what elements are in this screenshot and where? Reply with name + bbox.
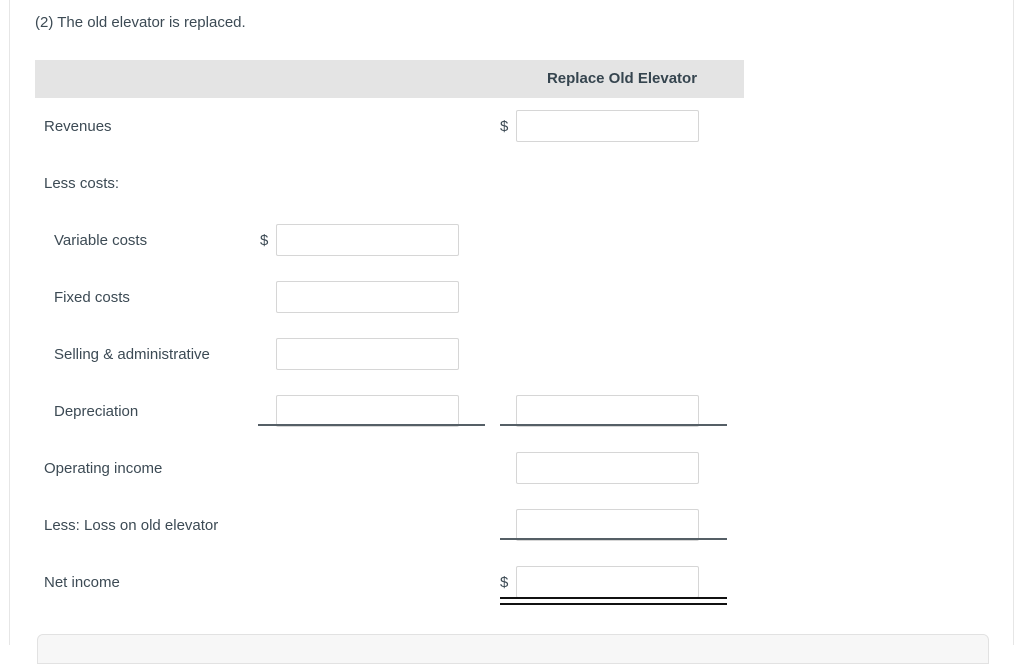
input-loss-on-old-elevator[interactable]: [516, 508, 699, 541]
cell-operating-income-right: [500, 451, 744, 486]
column-header-replace-old-elevator: Replace Old Elevator: [546, 70, 698, 87]
row-label-variable-costs: Variable costs: [54, 231, 148, 249]
row-label-fixed-costs: Fixed costs: [54, 288, 130, 306]
cell-revenues-right: $: [500, 109, 744, 144]
subtotal-rule-costs-mid: [258, 424, 485, 426]
subtotal-rule-costs-right: [500, 424, 727, 426]
input-revenues-replace[interactable]: [516, 109, 699, 142]
table-row: Selling & administrative: [35, 326, 744, 383]
table-row: Variable costs $: [35, 212, 744, 269]
subtotal-rule-operating-right: [500, 538, 727, 540]
total-rule-net-income: [500, 597, 727, 605]
row-label-operating-income: Operating income: [44, 459, 163, 477]
cell-net-income-right: $: [500, 565, 744, 600]
input-depreciation-mid[interactable]: [276, 394, 459, 427]
worksheet-content: (2) The old elevator is replaced. Replac…: [0, 0, 1024, 664]
cell-fixed-costs-mid: [260, 280, 500, 315]
table-row: Fixed costs: [35, 269, 744, 326]
row-label-selling-administrative: Selling & administrative: [54, 345, 210, 363]
input-net-income[interactable]: [516, 565, 699, 598]
cell-selling-administrative-mid: [260, 337, 500, 372]
table-row: Operating income: [35, 440, 744, 497]
question-prompt: (2) The old elevator is replaced.: [35, 14, 246, 31]
currency-symbol: $: [260, 231, 269, 249]
input-fixed-costs[interactable]: [276, 280, 459, 313]
bottom-panel: [37, 634, 989, 664]
table-row: Less costs:: [35, 155, 744, 212]
row-label-depreciation: Depreciation: [54, 402, 139, 420]
input-variable-costs[interactable]: [276, 223, 459, 256]
cell-variable-costs-mid: $: [260, 223, 500, 258]
row-label-loss-on-old-elevator: Less: Loss on old elevator: [44, 516, 219, 534]
currency-symbol: $: [500, 573, 509, 591]
income-statement-table: Replace Old Elevator Revenues $ Less cos…: [35, 60, 744, 611]
table-row: Less: Loss on old elevator: [35, 497, 744, 554]
row-label-revenues: Revenues: [44, 117, 112, 135]
table-header-row: Replace Old Elevator: [35, 60, 744, 98]
currency-symbol: $: [500, 117, 509, 135]
input-depreciation-replace[interactable]: [516, 394, 699, 427]
input-selling-administrative[interactable]: [276, 337, 459, 370]
row-label-net-income: Net income: [44, 573, 120, 591]
row-label-less-costs: Less costs:: [44, 174, 120, 192]
table-row: Revenues $: [35, 98, 744, 155]
table-row: Depreciation: [35, 383, 744, 440]
input-operating-income[interactable]: [516, 451, 699, 484]
